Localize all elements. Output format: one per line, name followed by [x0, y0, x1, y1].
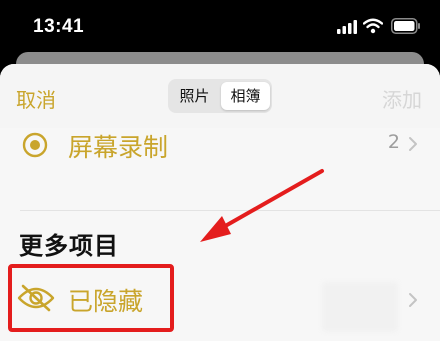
screen-recording-label: 屏幕录制	[68, 133, 169, 162]
segment-albums[interactable]: 相簿	[221, 82, 270, 110]
highlight-box	[8, 264, 174, 332]
chevron-right-icon	[409, 293, 417, 307]
screen-recording-count: 2	[387, 131, 400, 153]
status-time: 13:41	[33, 16, 85, 37]
wifi-icon	[363, 18, 383, 34]
segmented-control: 照片 相簿	[168, 79, 272, 113]
add-button[interactable]: 添加	[382, 84, 422, 113]
nav-bar: 取消 照片 相簿 添加	[0, 64, 440, 128]
status-bar: 13:41	[0, 0, 440, 56]
cancel-button[interactable]: 取消	[16, 84, 56, 113]
chevron-right-icon	[409, 137, 417, 151]
segment-photos[interactable]: 照片	[170, 82, 219, 110]
battery-icon	[391, 18, 420, 34]
row-screen-recording[interactable]	[0, 128, 440, 162]
cellular-signal-icon	[337, 20, 357, 34]
section-divider	[20, 210, 440, 211]
more-items-header: 更多项目	[19, 232, 119, 260]
record-icon	[22, 132, 48, 158]
redacted-thumbnail	[322, 282, 398, 332]
